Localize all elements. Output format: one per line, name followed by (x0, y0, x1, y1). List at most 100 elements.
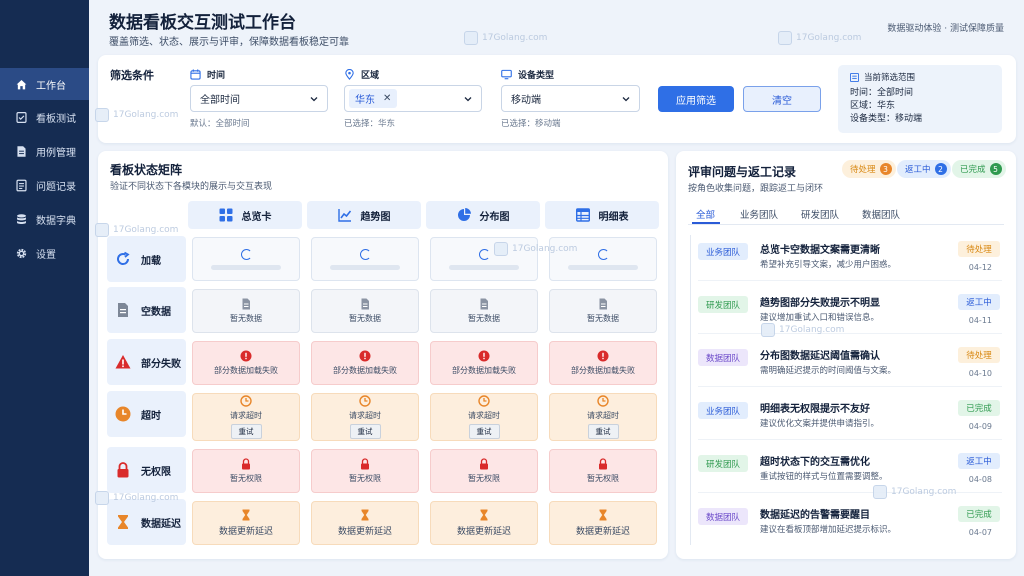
device-hint: 已选择：移动端 (501, 119, 561, 129)
filter-summary: 当前筛选范围 时间：全部时间 区域：华东 设备类型：移动端 (838, 65, 1002, 133)
cell-timeout: 请求超时 重试 (311, 393, 419, 441)
sidebar-item-label: 数据字典 (36, 215, 76, 227)
refresh-icon (117, 251, 130, 265)
clear-button[interactable]: 清空 (743, 86, 821, 112)
status-matrix-panel: 看板状态矩阵 验证不同状态下各模块的展示与交互表现 总览卡 趋势图 分布图 明细… (98, 151, 668, 559)
timeline-line (690, 235, 691, 545)
watermark: 17Golang.com (95, 491, 178, 505)
status-badge: 返工中 (958, 453, 1000, 469)
item-title: 超时状态下的交互需优化 (760, 457, 870, 468)
cell-data-delay: 数据更新延迟 (549, 501, 657, 545)
list-item[interactable]: 研发团队 趋势图部分失败提示不明显 建议增加重试入口和错误信息。 返工中 04-… (698, 288, 1002, 334)
tab-business-team[interactable]: 业务团队 (740, 207, 778, 221)
list-item[interactable]: 业务团队 明细表无权限提示不友好 建议优化文案并提供申请指引。 已完成 04-0… (698, 394, 1002, 440)
list-item[interactable]: 数据团队 数据延迟的告警需要醒目 建议在看板顶部增加延迟提示标识。 已完成 04… (698, 500, 1002, 546)
hourglass-icon (480, 509, 488, 521)
team-tag: 业务团队 (698, 243, 748, 260)
time-select[interactable]: 全部时间 (190, 85, 328, 112)
tab-dev-team[interactable]: 研发团队 (801, 207, 839, 221)
row-header-partial-fail: 部分失败 (107, 339, 186, 385)
sidebar-item-label: 问题记录 (36, 181, 76, 193)
spinner-icon (478, 248, 490, 260)
cell-loading (311, 237, 419, 281)
error-icon (359, 350, 371, 362)
item-date: 04-12 (968, 263, 992, 272)
doc-icon (14, 144, 28, 158)
team-tag: 研发团队 (698, 296, 748, 313)
retry-button[interactable]: 重试 (230, 424, 262, 439)
sidebar-item-dashboard-test[interactable]: 看板测试 (0, 101, 89, 133)
page-title: 数据看板交互测试工作台 (109, 13, 296, 33)
item-title: 数据延迟的告警需要醒目 (760, 510, 870, 521)
close-icon[interactable]: ✕ (383, 93, 391, 104)
item-desc: 重试按钮的样式与位置需要调整。 (760, 472, 888, 482)
item-desc: 建议增加重试入口和错误信息。 (760, 313, 880, 323)
summary-line: 设备类型：移动端 (850, 114, 923, 124)
row-header-empty: 空数据 (107, 287, 186, 333)
watermark: 17Golang.com (95, 223, 178, 237)
item-date: 04-09 (968, 422, 992, 431)
cell-no-permission: 暂无权限 (192, 449, 300, 493)
list-item[interactable]: 业务团队 总览卡空数据文案需更清晰 希望补充引导文案，减少用户困惑。 待处理 0… (698, 235, 1002, 281)
column-header-overview: 总览卡 (188, 201, 302, 229)
lock-icon (117, 462, 129, 478)
lock-icon (480, 458, 488, 470)
item-desc: 需明确延迟提示的时间阈值与文案。 (760, 366, 897, 376)
clock-icon (597, 395, 609, 407)
item-desc: 希望补充引导文案，减少用户困惑。 (760, 260, 897, 270)
region-select[interactable]: 华东 ✕ (344, 85, 482, 112)
chevron-down-icon (464, 97, 472, 102)
retry-button[interactable]: 重试 (587, 424, 619, 439)
error-icon (240, 350, 252, 362)
doc-icon (118, 303, 128, 317)
time-hint: 默认：全部时间 (190, 119, 250, 129)
doc-icon (599, 298, 607, 310)
monitor-icon (501, 69, 512, 80)
badge-rework[interactable]: 返工中 2 (897, 160, 951, 178)
item-date: 04-11 (968, 316, 992, 325)
sidebar-item-data-dictionary[interactable]: 数据字典 (0, 203, 89, 235)
tab-data-team[interactable]: 数据团队 (862, 207, 900, 221)
team-tag: 数据团队 (698, 349, 748, 366)
device-select[interactable]: 移动端 (501, 85, 640, 112)
doc-icon (361, 298, 369, 310)
cell-no-permission: 暂无权限 (311, 449, 419, 493)
spinner-icon (597, 248, 609, 260)
sidebar-item-settings[interactable]: 设置 (0, 237, 89, 269)
review-title: 评审问题与返工记录 (688, 165, 797, 179)
cell-empty: 暂无数据 (192, 289, 300, 333)
clock-icon (478, 395, 490, 407)
skeleton-bar (330, 264, 400, 270)
grid-icon (219, 208, 232, 222)
gear-icon (14, 246, 28, 260)
spinner-icon (240, 248, 252, 260)
list-item[interactable]: 数据团队 分布图数据延迟阈值需确认 需明确延迟提示的时间阈值与文案。 待处理 0… (698, 341, 1002, 387)
row-header-data-delay: 数据延迟 (107, 499, 186, 545)
badge-pending[interactable]: 待处理 3 (842, 160, 896, 178)
item-desc: 建议在看板顶部增加延迟提示标识。 (760, 525, 897, 535)
item-title: 分布图数据延迟阈值需确认 (760, 351, 880, 362)
retry-button[interactable]: 重试 (349, 424, 381, 439)
sidebar-item-issue-record[interactable]: 问题记录 (0, 169, 89, 201)
badge-done[interactable]: 已完成 5 (952, 160, 1006, 178)
review-subtitle: 按角色收集问题，跟踪返工与闭环 (688, 184, 824, 194)
row-header-timeout: 超时 (107, 391, 186, 437)
retry-button[interactable]: 重试 (468, 424, 500, 439)
tab-all[interactable]: 全部 (696, 207, 715, 221)
line-chart-icon (337, 209, 351, 222)
cell-partial-fail: 部分数据加载失败 (549, 341, 657, 385)
cell-empty: 暂无数据 (311, 289, 419, 333)
sidebar-item-label: 看板测试 (36, 113, 76, 125)
summary-line: 时间：全部时间 (850, 88, 914, 98)
doc-icon (480, 298, 488, 310)
database-icon (14, 212, 28, 226)
item-title: 趋势图部分失败提示不明显 (760, 298, 880, 309)
team-tag: 研发团队 (698, 455, 748, 472)
device-label: 设备类型 (501, 68, 554, 81)
sidebar-item-case-management[interactable]: 用例管理 (0, 135, 89, 167)
apply-filter-button[interactable]: 应用筛选 (658, 86, 734, 112)
status-badge: 已完成 (958, 506, 1000, 522)
sidebar-item-workbench[interactable]: 工作台 (0, 68, 89, 100)
doc-icon (242, 298, 250, 310)
status-badge: 待处理 (958, 347, 1000, 363)
